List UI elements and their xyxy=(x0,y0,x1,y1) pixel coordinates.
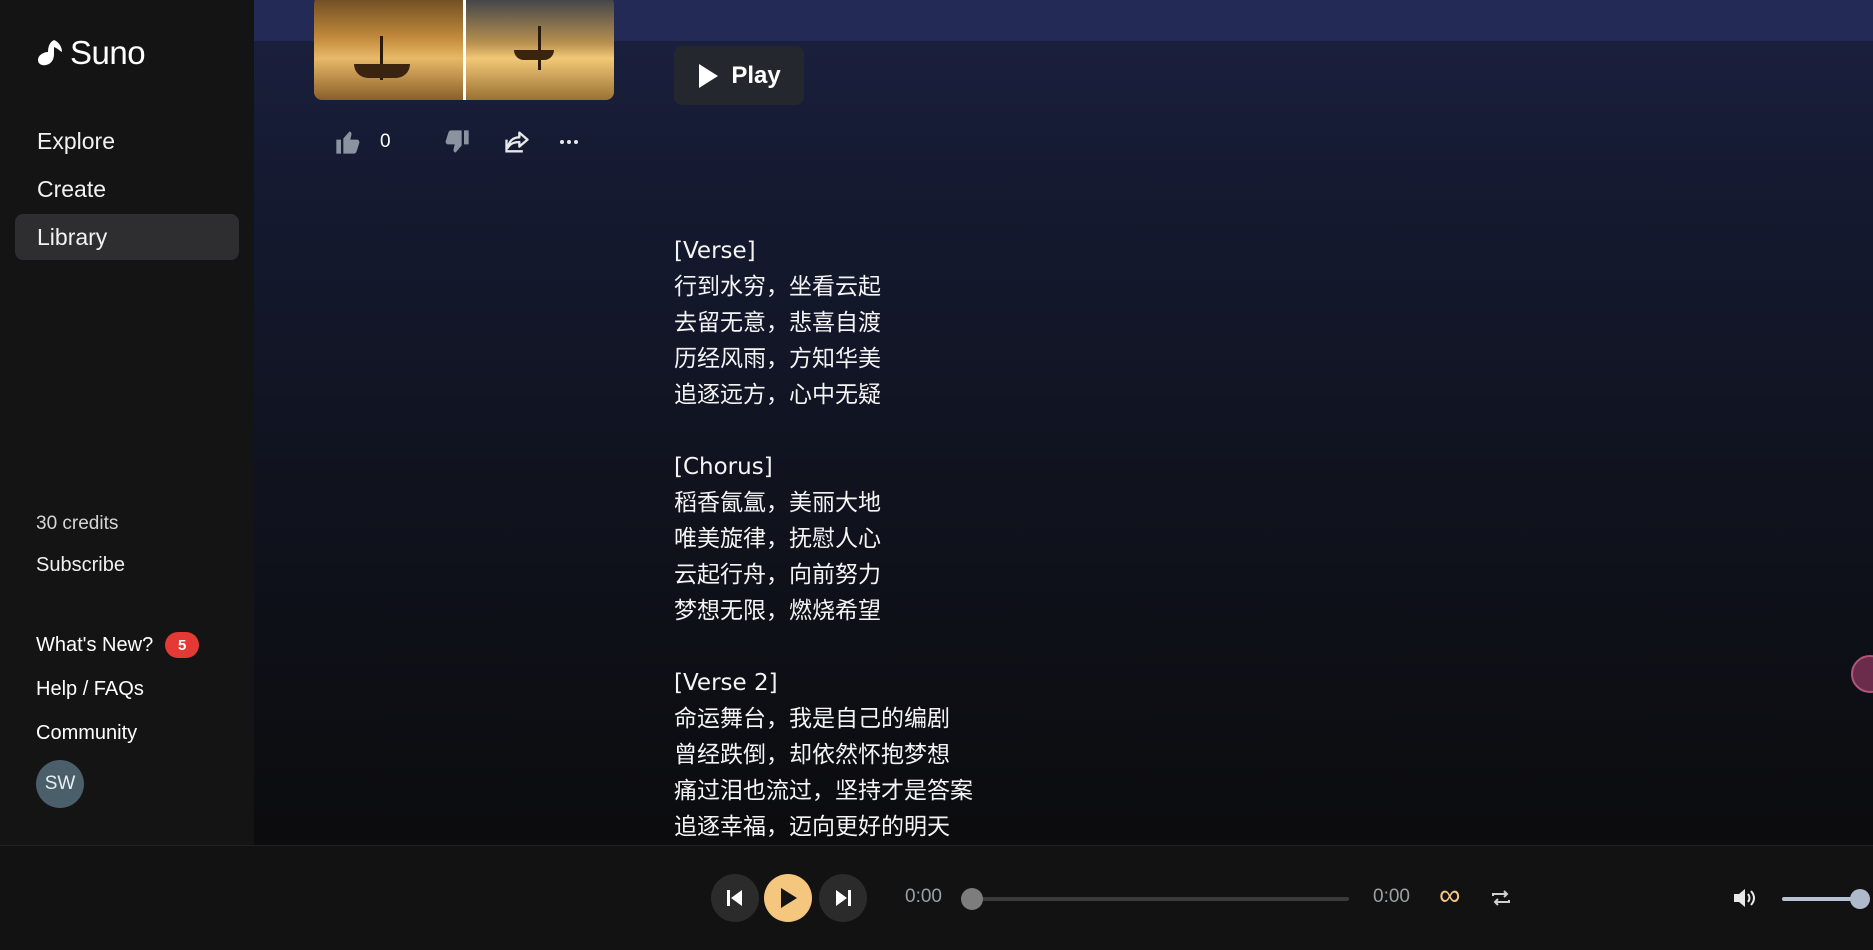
more-options-icon[interactable] xyxy=(557,130,581,154)
previous-track-button[interactable] xyxy=(711,874,759,922)
suno-logo-icon xyxy=(38,40,62,66)
song-detail: 0 Play [Verse] 行到水穷，坐看云起 去留无意，悲喜自渡 历经风雨，… xyxy=(254,0,1873,845)
loop-infinite-icon[interactable]: ∞ xyxy=(1439,879,1460,913)
volume-slider[interactable] xyxy=(1782,897,1860,901)
play-icon xyxy=(699,63,719,88)
lyric-line: 命运舞台，我是自己的编剧 xyxy=(674,706,950,732)
subscribe-link[interactable]: Subscribe xyxy=(36,554,125,577)
thumbs-down-icon[interactable] xyxy=(443,128,471,156)
play-button-label: Play xyxy=(731,61,781,89)
volume-knob[interactable] xyxy=(1850,889,1870,909)
volume-icon[interactable] xyxy=(1732,886,1758,910)
like-count: 0 xyxy=(380,131,391,152)
lyric-line: 历经风雨，方知华美 xyxy=(674,346,881,372)
help-faqs-link[interactable]: Help / FAQs xyxy=(36,678,144,701)
skip-forward-icon xyxy=(836,890,851,906)
boat-mast-shape xyxy=(537,26,541,70)
lyric-line: [Chorus] xyxy=(674,454,773,480)
lyric-line: 曾经跌倒，却依然怀抱梦想 xyxy=(674,742,950,768)
thumbs-up-icon[interactable] xyxy=(334,128,362,156)
nav-explore[interactable]: Explore xyxy=(15,118,239,164)
song-cover-image xyxy=(314,0,614,100)
song-play-button[interactable]: Play xyxy=(674,46,804,105)
main-nav: Explore Create Library xyxy=(15,118,239,262)
cover-right-image xyxy=(462,0,614,100)
community-link[interactable]: Community xyxy=(36,722,137,745)
lyric-line: [Verse 2] xyxy=(674,670,778,696)
notification-badge: 5 xyxy=(165,632,200,658)
playbar: 0:00 0:00 ∞ xyxy=(0,845,1873,950)
next-track-button[interactable] xyxy=(819,874,867,922)
user-avatar[interactable]: SW xyxy=(36,760,84,808)
song-lyrics: [Verse] 行到水穷，坐看云起 去留无意，悲喜自渡 历经风雨，方知华美 追逐… xyxy=(674,233,973,845)
sidebar: Suno Explore Create Library 30 credits S… xyxy=(0,0,254,845)
progress-bar[interactable] xyxy=(967,897,1349,901)
lyric-line xyxy=(674,629,973,665)
brand-name: Suno xyxy=(70,34,146,71)
suno-logo[interactable]: Suno xyxy=(36,34,146,72)
progress-knob[interactable] xyxy=(961,888,983,910)
lyric-line: 行到水穷，坐看云起 xyxy=(674,274,881,300)
lyric-line: 稻香氤氲，美丽大地 xyxy=(674,490,881,516)
skip-back-icon xyxy=(727,890,742,906)
lyric-line: [Verse] xyxy=(674,238,756,264)
lyric-line: 梦想无限，燃烧希望 xyxy=(674,598,881,624)
lyric-line: 追逐幸福，迈向更好的明天 xyxy=(674,814,950,840)
nav-library[interactable]: Library xyxy=(15,214,239,260)
lyric-line: 唯美旋律，抚慰人心 xyxy=(674,526,881,552)
nav-create[interactable]: Create xyxy=(15,166,239,212)
play-icon xyxy=(781,888,797,908)
whats-new-link[interactable]: What's New? 5 xyxy=(36,632,200,658)
credits-count: 30 credits xyxy=(36,513,119,534)
lyric-line: 云起行舟，向前努力 xyxy=(674,562,881,588)
lyric-line: 痛过泪也流过，坚持才是答案 xyxy=(674,778,973,804)
lyric-line: 追逐远方，心中无疑 xyxy=(674,382,881,408)
cover-left-image xyxy=(314,0,463,100)
main-play-button[interactable] xyxy=(764,874,812,922)
repeat-icon[interactable] xyxy=(1490,888,1512,908)
boat-shape xyxy=(354,64,410,78)
boat-shape xyxy=(513,50,554,60)
lyric-line: 去留无意，悲喜自渡 xyxy=(674,310,881,336)
song-actions: 0 xyxy=(334,128,581,156)
total-time: 0:00 xyxy=(1373,886,1410,907)
share-icon[interactable] xyxy=(503,128,531,156)
lyric-line xyxy=(674,413,973,449)
whats-new-label: What's New? xyxy=(36,633,154,656)
elapsed-time: 0:00 xyxy=(905,886,942,907)
floating-action-button[interactable] xyxy=(1851,655,1873,693)
